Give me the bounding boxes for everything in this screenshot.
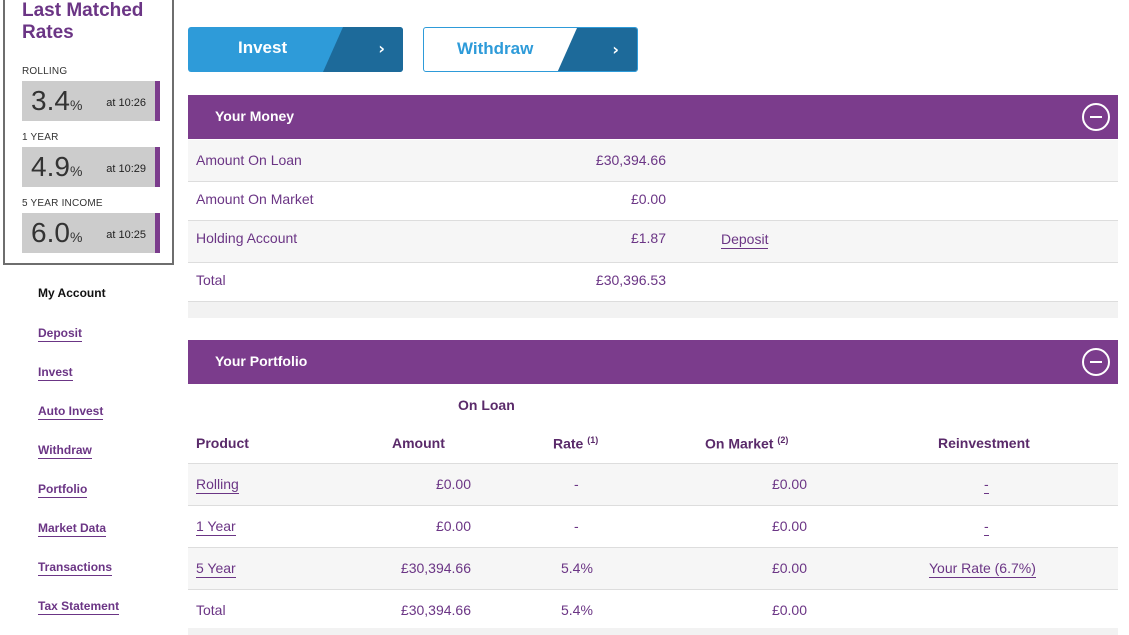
money-amount: £0.00 [630,191,666,207]
portfolio-row-rolling: Rolling £0.00 - £0.00 - [188,464,1118,506]
money-amount: £30,396.53 [595,272,666,288]
row-product-total: Total [196,602,226,618]
rate-time: at 10:29 [106,163,146,175]
col-header-rate: Rate (1) [553,435,599,452]
collapse-minus-icon[interactable] [1082,103,1110,131]
chevron-right-icon: › [612,40,619,59]
rate-card-rolling: 3.4% at 10:26 [22,81,160,121]
money-row-amount-on-loan: Amount On Loan £30,394.66 [188,140,1118,182]
row-amount: £30,394.66 [400,602,471,618]
on-loan-group-header: On Loan [458,397,515,413]
last-matched-rates-panel: Last Matched Rates ROLLING 3.4% at 10:26… [3,0,174,265]
row-rate: - [574,476,579,492]
money-label: Amount On Market [196,191,314,207]
invest-button-label: Invest [238,38,288,57]
col-header-reinvestment: Reinvestment [938,435,1030,451]
your-portfolio-header: Your Portfolio [188,340,1118,384]
rate-time: at 10:26 [106,97,146,109]
rate-value: 4.9% [31,151,83,182]
chevron-right-icon: › [378,39,385,58]
nav-link-market-data[interactable]: Market Data [38,521,107,537]
product-link-1-year[interactable]: 1 Year [196,518,236,536]
collapse-minus-icon[interactable] [1082,348,1110,376]
portfolio-row-total: Total £30,394.66 5.4% £0.00 [188,590,1118,632]
money-label: Amount On Loan [196,152,302,168]
your-money-header: Your Money [188,95,1118,139]
row-on-market: £0.00 [771,560,807,576]
col-header-amount: Amount [392,435,445,451]
row-rate: 5.4% [561,560,593,576]
row-amount: £30,394.66 [400,560,471,576]
rate-card-5-year-income: 6.0% at 10:25 [22,213,160,253]
col-header-product: Product [196,435,249,451]
nav-link-invest[interactable]: Invest [38,365,73,381]
row-rate: 5.4% [561,602,593,618]
your-portfolio-title: Your Portfolio [215,353,308,369]
portfolio-footer-bar [188,628,1118,635]
nav-heading: My Account [38,286,106,300]
reinvestment-link[interactable]: - [984,476,989,494]
reinvestment-link-your-rate[interactable]: Your Rate (6.7%) [929,560,1036,578]
nav-link-tax-statement[interactable]: Tax Statement [38,599,120,615]
rate-time: at 10:25 [106,229,146,241]
nav-link-auto-invest[interactable]: Auto Invest [38,404,104,420]
withdraw-arrow-panel [557,28,637,71]
money-label: Total [196,272,226,288]
row-rate: - [574,518,579,534]
nav-link-portfolio[interactable]: Portfolio [38,482,88,498]
money-footer-bar [188,302,1118,318]
row-on-market: £0.00 [771,602,807,618]
nav-link-transactions[interactable]: Transactions [38,560,113,576]
col-header-on-market: On Market (2) [705,435,789,452]
row-amount: £0.00 [435,518,471,534]
row-on-market: £0.00 [771,476,807,492]
money-label: Holding Account [196,230,298,246]
rate-value: 3.4% [31,85,83,116]
invest-arrow-panel [323,27,403,72]
portfolio-row-1-year: 1 Year £0.00 - £0.00 - [188,506,1118,548]
money-row-total: Total £30,396.53 [188,263,1118,302]
money-amount: £30,394.66 [595,152,666,168]
nav-link-withdraw[interactable]: Withdraw [38,443,92,459]
row-amount: £0.00 [435,476,471,492]
rate-card-1-year: 4.9% at 10:29 [22,147,160,187]
deposit-link[interactable]: Deposit [721,231,769,249]
withdraw-button-label: Withdraw [457,39,534,58]
money-row-amount-on-market: Amount On Market £0.00 [188,182,1118,221]
rates-title: Last Matched Rates [22,0,144,43]
your-money-title: Your Money [215,108,295,124]
money-amount: £1.87 [630,230,666,246]
money-row-holding-account: Holding Account £1.87 Deposit [188,221,1118,263]
product-link-5-year[interactable]: 5 Year [196,560,236,578]
portfolio-row-5-year: 5 Year £30,394.66 5.4% £0.00 Your Rate (… [188,548,1118,590]
nav-link-deposit[interactable]: Deposit [38,326,83,342]
row-on-market: £0.00 [771,518,807,534]
product-link-rolling[interactable]: Rolling [196,476,239,494]
rate-label-rolling: ROLLING [22,66,68,77]
rate-label-5-year-income: 5 YEAR INCOME [22,198,103,209]
rate-value: 6.0% [31,217,83,248]
reinvestment-link[interactable]: - [984,518,989,536]
rate-label-1-year: 1 YEAR [22,132,59,143]
invest-button[interactable]: Invest › [188,27,403,72]
withdraw-button[interactable]: Withdraw › [423,27,638,72]
